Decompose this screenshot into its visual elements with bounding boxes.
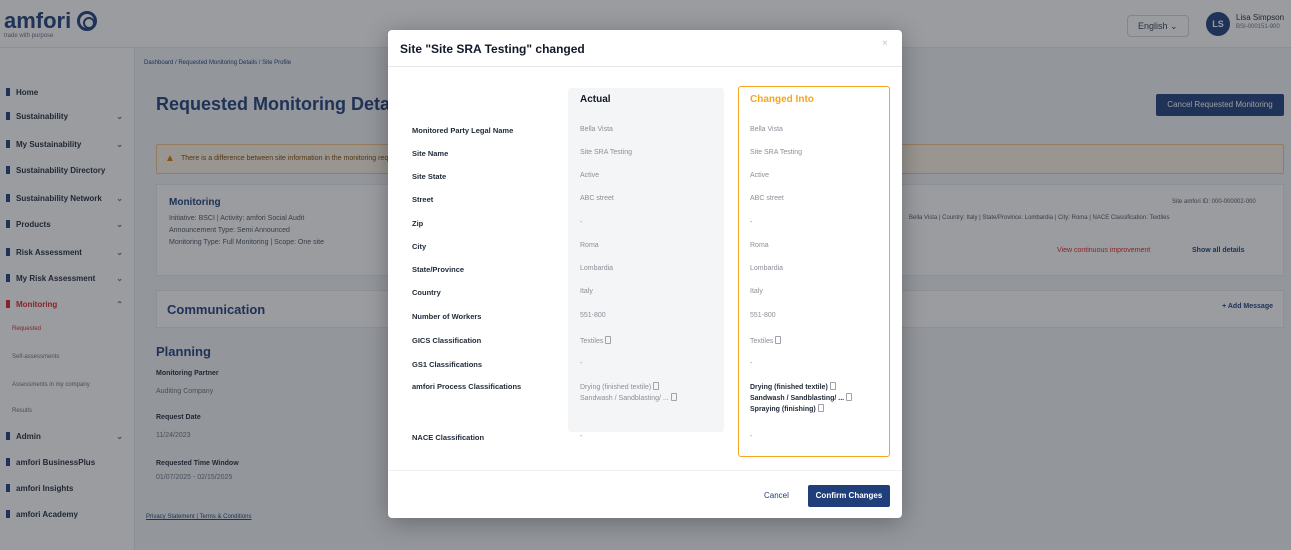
row-label: Site Name <box>412 149 449 158</box>
process-actual-item-text: Drying (finished textile) <box>580 384 652 391</box>
row-actual-value: Italy <box>580 288 593 295</box>
gics-changed-text: Textiles <box>750 338 774 345</box>
actual-column <box>568 88 724 432</box>
row-label: Number of Workers <box>412 312 482 321</box>
document-icon[interactable] <box>829 382 836 390</box>
process-changed-item: Spraying (finishing) <box>750 404 852 415</box>
row-changed-value: ABC street <box>750 195 784 202</box>
row-changed-value: - <box>750 433 753 440</box>
row-changed-value: - <box>750 360 753 367</box>
row-actual-value: Bella Vista <box>580 126 613 133</box>
site-changed-dialog: Site "Site SRA Testing" changed × Actual… <box>388 30 902 518</box>
row-changed-value: Bella Vista <box>750 126 783 133</box>
process-changed-item-text: Spraying (finishing) <box>750 406 816 413</box>
row-label: State/Province <box>412 265 465 274</box>
process-changed-item: Drying (finished textile) <box>750 382 852 393</box>
row-label: City <box>412 242 427 251</box>
confirm-changes-button[interactable]: Confirm Changes <box>808 485 890 507</box>
row-actual-value: - <box>580 219 583 226</box>
row-actual-value: Lombardia <box>580 265 614 272</box>
row-actual-value: - <box>580 433 583 440</box>
row-actual-value: Textiles <box>580 336 612 345</box>
actual-header: Actual <box>580 94 611 105</box>
row-actual-value: - <box>580 360 583 367</box>
divider <box>388 66 902 67</box>
row-changed-value: Textiles <box>750 336 782 345</box>
row-changed-value: Lombardia <box>750 265 784 272</box>
row-changed-value: 551-800 <box>750 312 776 319</box>
cancel-button[interactable]: Cancel <box>764 486 789 506</box>
close-icon[interactable]: × <box>882 38 888 49</box>
row-label: Zip <box>412 219 424 228</box>
row-label: amfori Process Classifications <box>412 382 522 391</box>
process-actual-item: Sandwash / Sandblasting/ ... <box>580 393 677 404</box>
document-icon[interactable] <box>670 393 677 401</box>
process-changed-item-text: Drying (finished textile) <box>750 384 828 391</box>
row-label: GICS Classification <box>412 336 482 345</box>
row-changed-value: - <box>750 219 753 226</box>
document-icon[interactable] <box>653 382 660 390</box>
row-label: NACE Classification <box>412 433 485 442</box>
row-changed-value: Site SRA Testing <box>750 149 803 156</box>
document-icon[interactable] <box>605 336 612 344</box>
process-actual-item: Drying (finished textile) <box>580 382 677 393</box>
gics-actual-text: Textiles <box>580 338 604 345</box>
process-actual-values: Drying (finished textile) Sandwash / San… <box>580 382 677 404</box>
process-actual-item-text: Sandwash / Sandblasting/ ... <box>580 395 669 402</box>
row-actual-value: 551-800 <box>580 312 606 319</box>
row-changed-value: Italy <box>750 288 763 295</box>
row-actual-value: Roma <box>580 242 599 249</box>
row-actual-value: Site SRA Testing <box>580 149 633 156</box>
document-icon[interactable] <box>846 393 853 401</box>
row-label: Site State <box>412 172 447 181</box>
divider <box>388 470 902 471</box>
dialog-title: Site "Site SRA Testing" changed <box>400 42 585 56</box>
row-actual-value: Active <box>580 172 600 179</box>
process-changed-item-text: Sandwash / Sandblasting/ ... <box>750 395 845 402</box>
row-changed-value: Roma <box>750 242 769 249</box>
row-label: Street <box>412 195 434 204</box>
process-changed-values: Drying (finished textile) Sandwash / San… <box>750 382 853 415</box>
row-label: Country <box>412 288 441 297</box>
row-changed-value: Active <box>750 172 770 179</box>
changed-into-header: Changed Into <box>750 94 814 105</box>
process-changed-item: Sandwash / Sandblasting/ ... <box>750 393 853 404</box>
row-actual-value: ABC street <box>580 195 614 202</box>
document-icon[interactable] <box>775 336 782 344</box>
row-label: Monitored Party Legal Name <box>412 126 514 135</box>
row-label: GS1 Classifications <box>412 360 483 369</box>
document-icon[interactable] <box>817 404 824 412</box>
